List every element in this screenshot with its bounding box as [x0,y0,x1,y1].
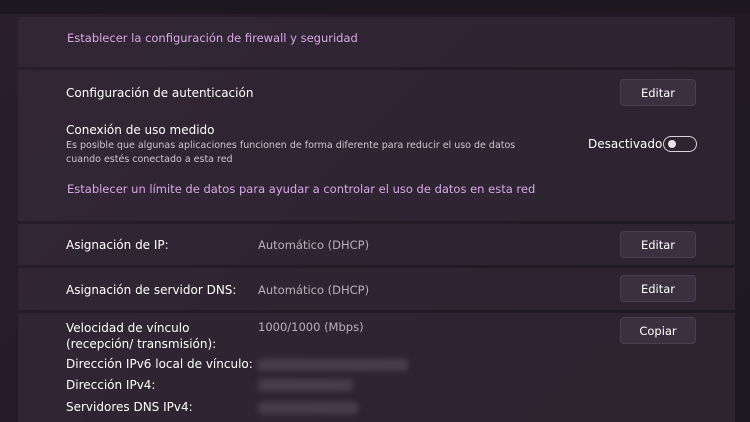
ipv6-address-redacted [258,359,408,371]
dns-ipv4-servers-label: Servidores DNS IPv4: [66,400,193,414]
network-properties-panel: Velocidad de vínculo (recepción/ transmi… [18,313,735,422]
ipv6-address-label: Dirección IPv6 local de vínculo: [66,357,253,371]
window-top-edge [0,0,750,14]
link-speed-value: 1000/1000 (Mbps) [258,320,364,334]
firewall-settings-link[interactable]: Establecer la configuración de firewall … [67,31,358,45]
ip-assignment-panel: Asignación de IP: Automático (DHCP) Edit… [18,224,735,265]
metered-connection-description: Es posible que algunas aplicaciones func… [66,140,516,165]
metered-connection-label: Conexión de uso medido [66,123,215,137]
link-speed-label: Velocidad de vínculo (recepción/ transmi… [66,321,217,351]
dns-assignment-label: Asignación de servidor DNS: [66,283,237,297]
ipv4-address-redacted [258,379,353,391]
authentication-label: Configuración de autenticación [66,86,254,100]
metered-state-label: Desactivado [588,137,663,151]
data-limit-link[interactable]: Establecer un límite de datos para ayuda… [67,182,535,196]
connection-settings-panel: Configuración de autenticación Editar Co… [18,70,735,221]
ip-assignment-value: Automático (DHCP) [258,238,370,252]
edit-authentication-button[interactable]: Editar [620,79,696,106]
toggle-knob [668,140,676,148]
metered-connection-toggle[interactable] [663,136,697,152]
dns-assignment-panel: Asignación de servidor DNS: Automático (… [18,268,735,310]
copy-properties-button[interactable]: Copiar [620,317,696,344]
dns-ipv4-servers-redacted [258,402,358,414]
ipv4-address-label: Dirección IPv4: [66,378,156,392]
edit-dns-button[interactable]: Editar [620,275,696,302]
firewall-panel: Establecer la configuración de firewall … [18,17,735,67]
dns-assignment-value: Automático (DHCP) [258,283,370,297]
edit-ip-button[interactable]: Editar [620,231,696,258]
ip-assignment-label: Asignación de IP: [66,238,169,252]
